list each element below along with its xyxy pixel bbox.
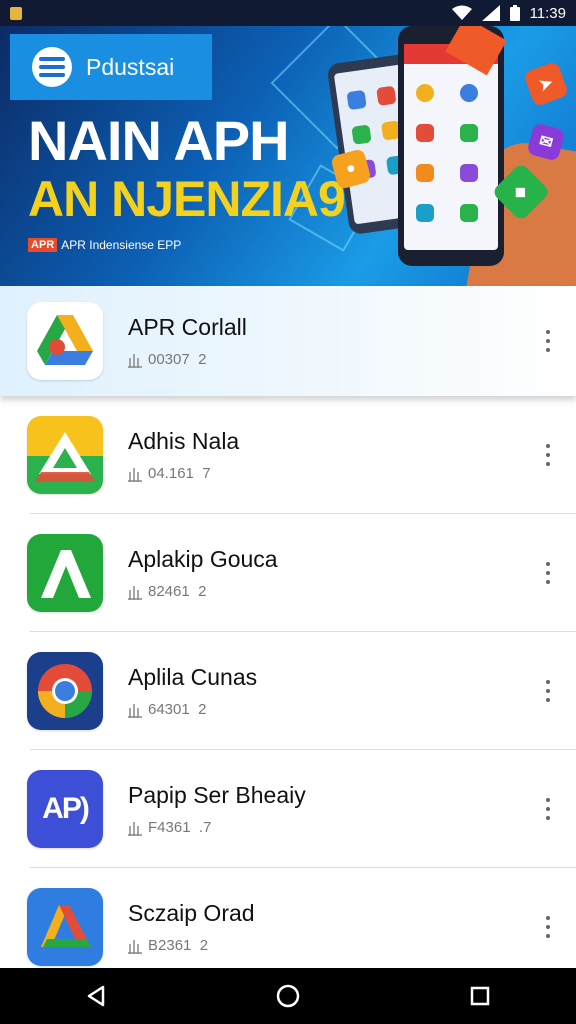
more-options-icon[interactable] — [542, 444, 554, 466]
chrome-style-icon — [27, 652, 103, 730]
home-icon — [276, 984, 300, 1008]
rating-value: 2 — [198, 351, 207, 368]
rating-value: 2 — [199, 937, 209, 954]
download-count: 82461 — [148, 583, 190, 600]
banner-subheadline: AN NJENZIA9 — [28, 171, 346, 227]
download-count-icon — [128, 939, 142, 954]
more-options-icon[interactable] — [542, 916, 554, 938]
list-item[interactable]: Adhis Nala 04.161 7 — [0, 396, 576, 514]
download-count: 04.161 — [148, 465, 194, 482]
promo-banner[interactable]: Pdustsai NAIN APH AN NJENZIA9 APR APR In… — [0, 26, 576, 286]
triangle-yellow-green-icon — [27, 416, 103, 494]
status-bar: 11:39 — [0, 0, 576, 26]
download-count-icon — [128, 585, 142, 600]
a-letter-green-icon — [27, 534, 103, 612]
battery-icon — [509, 5, 520, 21]
app-meta: F4361 .7 — [128, 819, 306, 836]
download-count: 64301 — [148, 701, 190, 718]
logo-icon — [32, 47, 72, 87]
wifi-icon — [451, 5, 472, 20]
app-name: Aplakip Gouca — [128, 546, 278, 572]
download-count-icon — [128, 353, 142, 368]
rating-value: .7 — [198, 819, 212, 836]
navigation-bar — [0, 968, 576, 1024]
more-options-icon[interactable] — [542, 680, 554, 702]
app-meta: 82461 2 — [128, 583, 278, 600]
tag-badge: APR — [28, 238, 58, 252]
download-count: F4361 — [148, 819, 191, 836]
signal-icon — [481, 5, 500, 21]
more-options-icon[interactable] — [542, 330, 554, 352]
banner-headline: NAIN APH — [28, 109, 290, 172]
list-item[interactable]: APR Corlall 00307 2 — [0, 286, 576, 396]
ap-letters-icon: AP) — [27, 770, 103, 848]
recents-icon — [470, 986, 490, 1006]
brand-logo: Pdustsai — [10, 34, 212, 100]
notification-icon — [10, 6, 22, 20]
download-count-icon — [128, 467, 142, 482]
home-button[interactable] — [268, 976, 308, 1016]
app-name: APR Corlall — [128, 314, 247, 340]
back-icon — [87, 985, 105, 1007]
more-options-icon[interactable] — [542, 562, 554, 584]
app-meta: B2361 2 — [128, 937, 255, 954]
rating-value: 2 — [198, 583, 207, 600]
tagline-text: APR Indensiense EPP — [61, 238, 182, 252]
status-time: 11:39 — [529, 4, 566, 22]
list-item[interactable]: AP) Papip Ser Bheaiy F4361 .7 — [0, 750, 576, 868]
download-count-icon — [128, 703, 142, 718]
status-bar-left — [10, 6, 22, 20]
download-count: B2361 — [148, 937, 192, 954]
list-item[interactable]: Aplila Cunas 64301 2 — [0, 632, 576, 750]
app-name: Sczaip Orad — [128, 900, 255, 926]
brand-name: Pdustsai — [86, 53, 175, 80]
rating-value: 7 — [202, 465, 211, 482]
download-count-icon — [128, 821, 142, 836]
status-bar-right: 11:39 — [451, 4, 566, 22]
app-name: Aplila Cunas — [128, 664, 258, 690]
drive-style-icon — [27, 302, 103, 380]
drive-blue-icon — [27, 888, 103, 966]
floating-app-icon: ➤ — [522, 60, 570, 108]
app-meta: 04.161 7 — [128, 465, 239, 482]
banner-tagline: APR APR Indensiense EPP — [28, 238, 181, 252]
app-name: Adhis Nala — [128, 428, 240, 454]
rating-value: 2 — [198, 701, 207, 718]
app-meta: 00307 2 — [128, 351, 247, 368]
app-list: APR Corlall 00307 2 Adhis Nala 04.161 7 — [0, 286, 576, 986]
more-options-icon[interactable] — [542, 798, 554, 820]
back-button[interactable] — [76, 976, 116, 1016]
app-meta: 64301 2 — [128, 701, 257, 718]
app-name: Papip Ser Bheaiy — [128, 782, 306, 808]
download-count: 00307 — [148, 351, 190, 368]
recents-button[interactable] — [460, 976, 500, 1016]
list-item[interactable]: Aplakip Gouca 82461 2 — [0, 514, 576, 632]
